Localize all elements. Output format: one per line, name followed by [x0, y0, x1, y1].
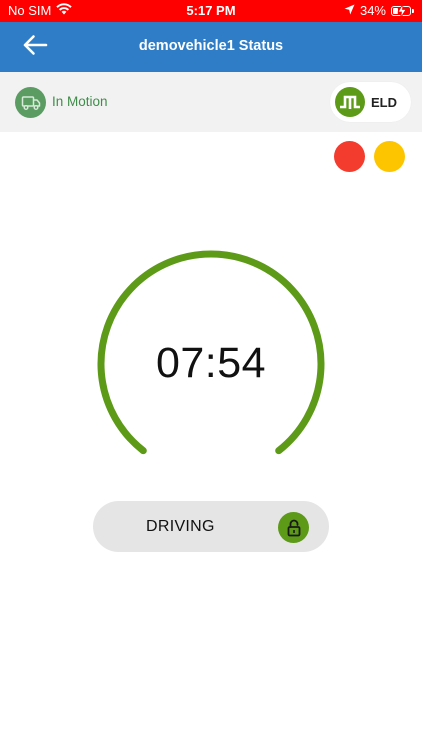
battery-percent: 34%: [359, 3, 386, 18]
timer-value: 07:54: [155, 339, 267, 387]
truck-icon: [15, 87, 46, 118]
vehicle-info-bar: In Motion ELD: [0, 72, 422, 132]
motion-status-label: In Motion: [52, 94, 108, 109]
charging-bolt-icon: [397, 3, 407, 18]
eld-signal-icon: [335, 87, 365, 117]
unlock-icon[interactable]: [278, 512, 309, 543]
location-arrow-icon: [344, 3, 355, 18]
duty-status-button[interactable]: DRIVING: [93, 501, 329, 552]
page-title: demovehicle1 Status: [138, 38, 284, 54]
battery-cap: [412, 8, 414, 13]
status-bar: No SIM 5:17 PM 34%: [0, 0, 422, 22]
battery-charging-icon: [391, 3, 411, 18]
eld-label: ELD: [371, 95, 397, 110]
eld-button[interactable]: ELD: [330, 82, 411, 122]
red-indicator: [334, 141, 365, 172]
drive-timer: 07:54: [94, 247, 328, 481]
status-bar-right: 34%: [344, 3, 414, 18]
header-bar: demovehicle1 Status: [0, 22, 422, 72]
vehicle-status-screen: No SIM 5:17 PM 34% demovehicle1 Status I…: [0, 0, 422, 750]
duty-status-label: DRIVING: [146, 518, 215, 535]
yellow-indicator: [374, 141, 405, 172]
